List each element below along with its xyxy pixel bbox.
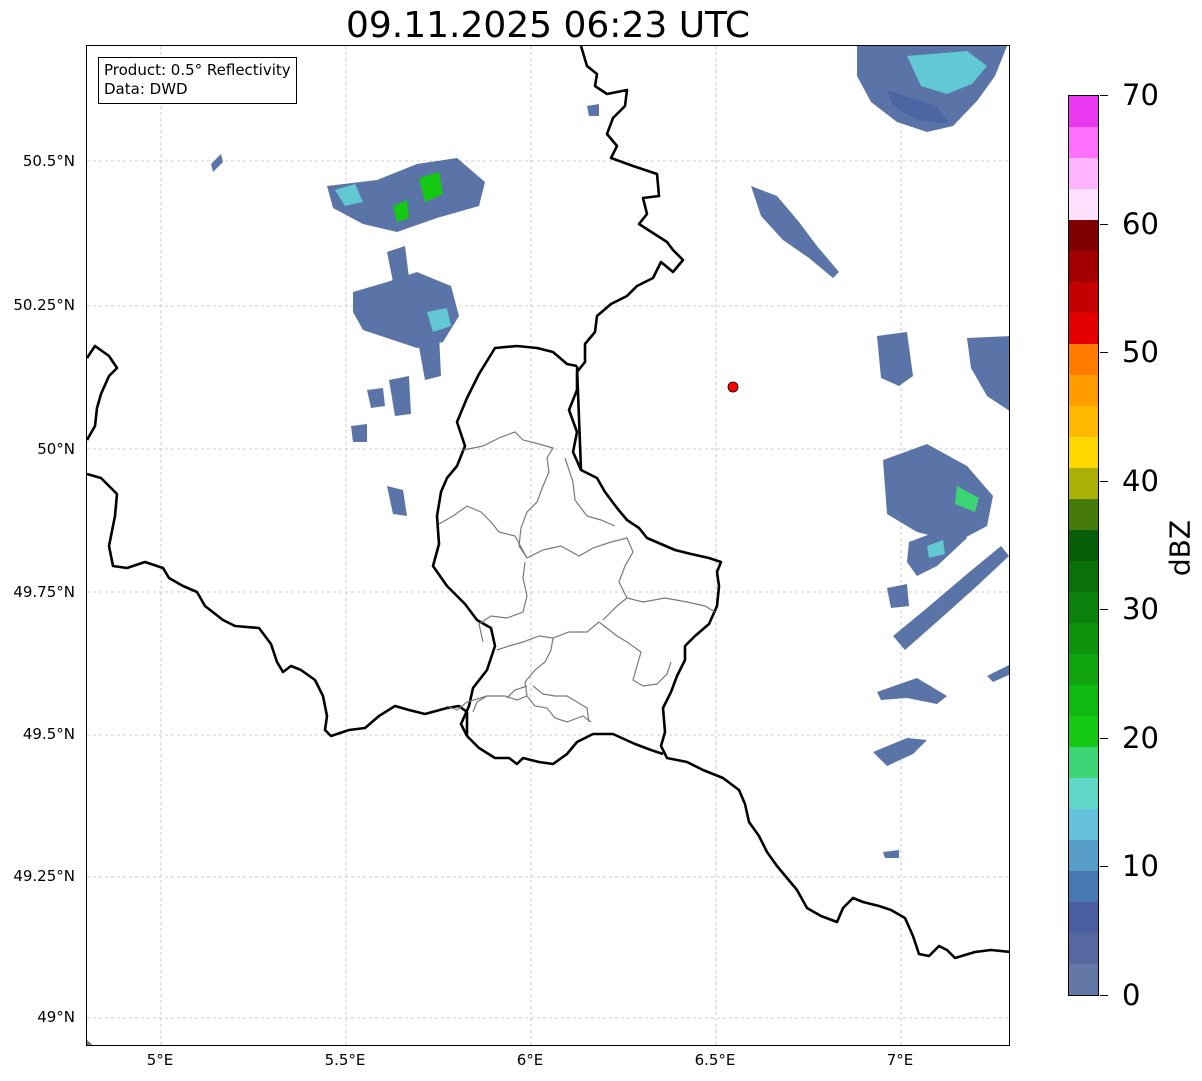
colorbar-band (1069, 312, 1098, 344)
echo-cell (883, 444, 993, 542)
district-line (462, 431, 554, 559)
district-line (564, 457, 616, 527)
lon-label: 5.5°E (324, 1051, 366, 1069)
echo-cell (883, 850, 899, 858)
district-line (602, 597, 628, 621)
colorbar-band (1069, 436, 1098, 468)
colorbar-unit-label: dBZ (1163, 519, 1197, 577)
country-borders (87, 46, 1009, 960)
lat-label: 50.25°N (13, 296, 75, 314)
colorbar-band (1069, 622, 1098, 654)
data-source-label: Data: DWD (104, 80, 188, 98)
colorbar-band (1069, 96, 1098, 127)
colorbar-tick-label: 60 (1122, 206, 1159, 241)
colorbar-tick-label: 30 (1122, 592, 1159, 627)
lat-label: 49°N (37, 1008, 75, 1026)
colorbar-band (1069, 498, 1098, 530)
echo-cell (387, 486, 407, 516)
echo-cell (967, 336, 1009, 411)
lon-label: 6°E (516, 1051, 544, 1069)
echo-cell (873, 738, 927, 766)
colorbar-band (1069, 591, 1098, 623)
colorbar-tick-mark (1100, 737, 1108, 739)
colorbar-band (1069, 219, 1098, 251)
colorbar-tick-mark (1100, 866, 1108, 868)
lat-label: 50.5°N (22, 152, 75, 170)
colorbar (1068, 95, 1099, 996)
lon-label: 7°E (886, 1051, 914, 1069)
district-line (472, 637, 554, 713)
echo-cell (389, 376, 411, 416)
colorbar-tick-label: 20 (1122, 720, 1159, 755)
colorbar-band (1069, 374, 1098, 406)
colorbar-band (1069, 963, 1098, 995)
lat-label: 49.5°N (22, 725, 75, 743)
district-line (506, 685, 528, 699)
echo-cell (887, 584, 909, 608)
colorbar-band (1069, 746, 1098, 778)
map-title: 09.11.2025 06:23 UTC (345, 5, 751, 46)
district-line (598, 621, 672, 687)
lat-label: 49.25°N (13, 867, 75, 885)
echo-cell (987, 665, 1009, 682)
colorbar-band (1069, 405, 1098, 437)
district-line (496, 621, 600, 651)
colorbar-band (1069, 870, 1098, 902)
echo-cell (367, 388, 385, 408)
colorbar-tick-mark (1100, 95, 1108, 96)
lon-label: 6.5°E (694, 1051, 736, 1069)
echo-cell (751, 186, 839, 278)
colorbar-tick-mark (1100, 223, 1108, 225)
colorbar-band (1069, 901, 1098, 933)
colorbar-tick-mark (1100, 609, 1108, 611)
colorbar-band (1069, 126, 1098, 158)
colorbar-tick-label: 50 (1122, 335, 1159, 370)
colorbar-band (1069, 281, 1098, 313)
district-line (478, 561, 528, 643)
corner-patch (87, 1040, 93, 1045)
colorbar-tick-label: 40 (1122, 463, 1159, 498)
echo-cell (587, 104, 599, 116)
district-line (438, 505, 528, 559)
colorbar-band (1069, 157, 1098, 189)
echo-cell (877, 678, 947, 704)
colorbar-tick-label: 70 (1122, 78, 1159, 112)
colorbar-tick-mark (1100, 995, 1108, 996)
lon-label: 5°E (146, 1051, 174, 1069)
colorbar-band (1069, 343, 1098, 375)
radar-map (86, 45, 1010, 1046)
colorbar-band (1069, 653, 1098, 685)
lat-label: 49.75°N (13, 583, 75, 601)
colorbar-band (1069, 560, 1098, 592)
colorbar-band (1069, 188, 1098, 220)
echo-cell (387, 246, 409, 282)
colorbar-band (1069, 684, 1098, 716)
map-canvas (87, 46, 1009, 1045)
colorbar-band (1069, 529, 1098, 561)
colorbar-band (1069, 467, 1098, 499)
echo-cell (877, 332, 913, 386)
colorbar-band (1069, 777, 1098, 809)
radar-site-marker (727, 381, 739, 393)
graticule (87, 46, 1009, 1045)
product-label: Product: 0.5° Reflectivity (104, 61, 291, 79)
colorbar-band (1069, 715, 1098, 747)
colorbar-tick-label: 10 (1122, 849, 1159, 884)
echo-cell (351, 424, 367, 442)
colorbar-band (1069, 250, 1098, 282)
district-line (526, 695, 592, 723)
lat-label: 50°N (37, 440, 75, 458)
district-line (526, 537, 716, 613)
colorbar-tick-label: 0 (1122, 978, 1141, 1012)
colorbar-band (1069, 839, 1098, 871)
colorbar-tick-mark (1100, 480, 1108, 482)
product-info-box: Product: 0.5° Reflectivity Data: DWD (98, 57, 297, 104)
colorbar-tick-mark (1100, 352, 1108, 354)
echo-cell (417, 334, 441, 380)
echo-cell (211, 154, 223, 172)
colorbar-band (1069, 808, 1098, 840)
colorbar-band (1069, 932, 1098, 964)
